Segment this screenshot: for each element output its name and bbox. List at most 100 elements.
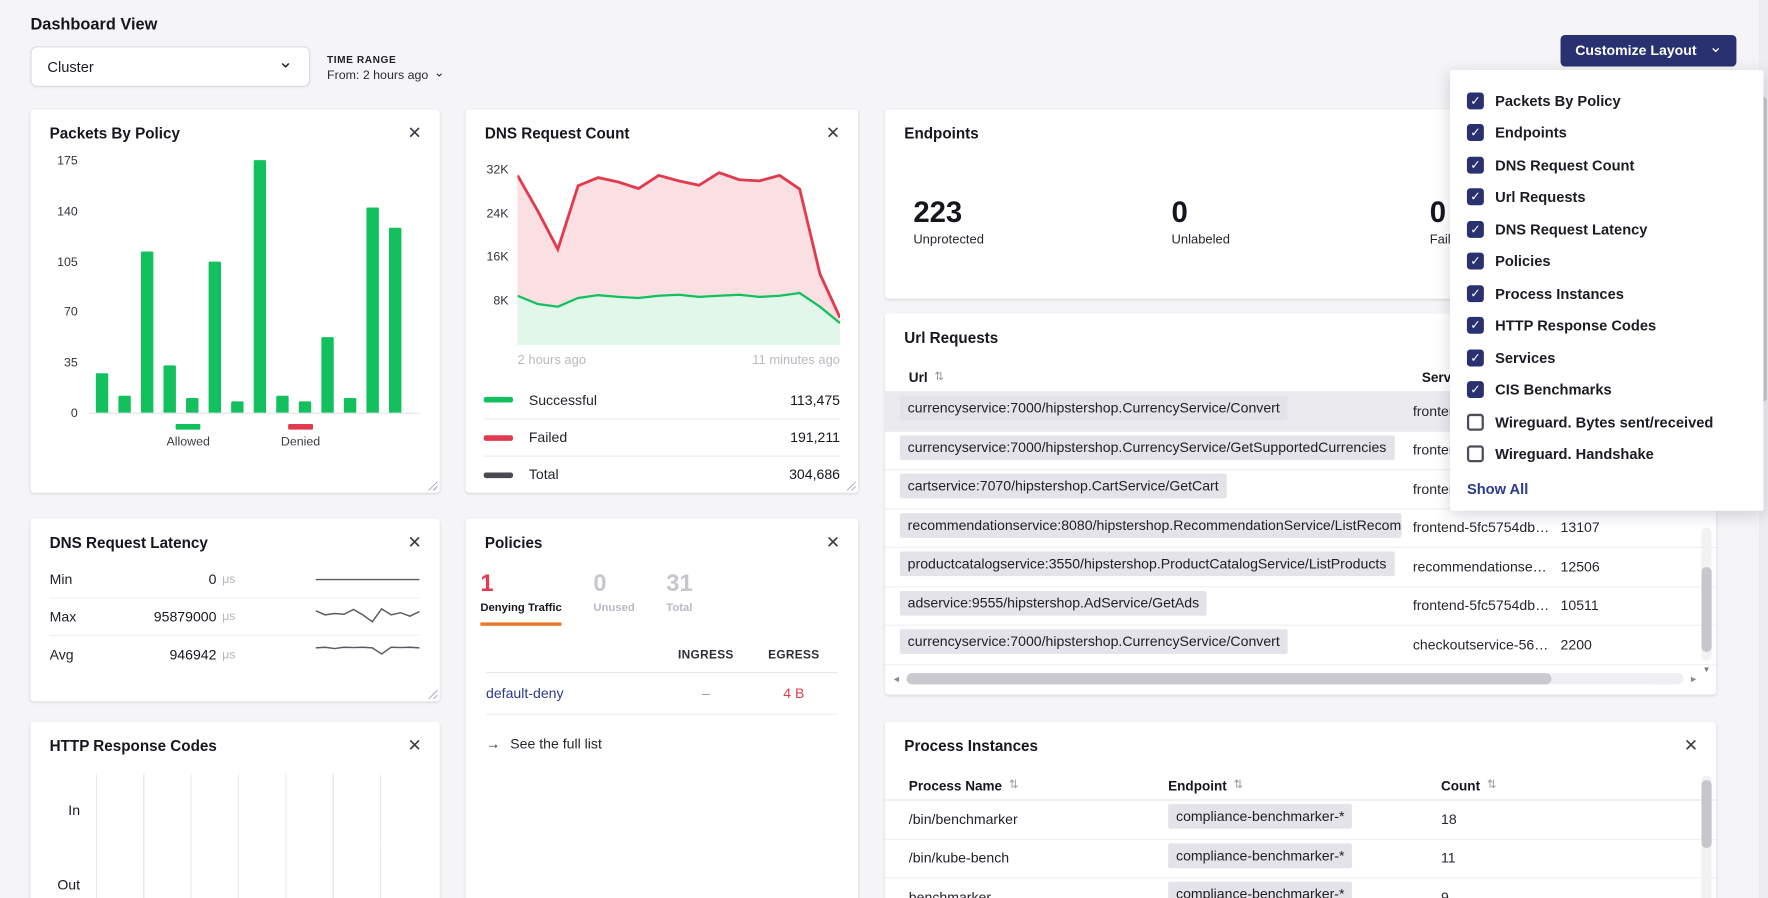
sort-icon[interactable]: ⇅ <box>1234 779 1243 791</box>
column-header-process-name[interactable]: Process Name ⇅ <box>909 777 1168 793</box>
latency-value: 95879000 <box>108 609 216 625</box>
table-row[interactable]: currencyservice:7000/hipstershop.Currenc… <box>885 626 1716 665</box>
endpoint-cell: compliance-benchmarker-* <box>1168 804 1441 834</box>
checkbox-icon[interactable]: ✓ <box>1467 317 1484 334</box>
ingress-value: – <box>662 686 750 702</box>
scrollbar-thumb[interactable] <box>906 673 1551 684</box>
y-axis-tick-label: 24K <box>486 207 508 221</box>
column-header-endpoint[interactable]: Endpoint ⇅ <box>1168 777 1441 793</box>
service-cell: frontend-5fc5754db… <box>1413 520 1561 536</box>
http-lane-chart: InOut <box>42 773 424 898</box>
table-row[interactable]: /bin/benchmarkercompliance-benchmarker-*… <box>885 801 1716 840</box>
sort-icon[interactable]: ⇅ <box>1009 779 1018 791</box>
checkbox-icon[interactable]: ✓ <box>1467 253 1484 270</box>
table-row[interactable]: /bin/kube-benchcompliance-benchmarker-*1… <box>885 839 1716 878</box>
policy-stat[interactable]: 1Denying Traffic <box>480 571 561 626</box>
resize-handle[interactable] <box>845 479 856 490</box>
column-header-ingress[interactable]: INGRESS <box>662 648 750 662</box>
close-icon[interactable]: ✕ <box>826 534 840 551</box>
customize-menu-item[interactable]: ✓Services <box>1467 342 1746 374</box>
scrollbar-thumb[interactable] <box>1701 780 1711 848</box>
close-icon[interactable]: ✕ <box>408 534 422 551</box>
policy-stat[interactable]: 31Total <box>666 571 692 626</box>
latency-row: Min0μs <box>50 562 420 599</box>
card-dns-request-count: DNS Request Count ✕ 32K24K16K8K 2 hours … <box>466 109 858 492</box>
close-icon[interactable]: ✕ <box>1684 737 1698 754</box>
scroll-right-icon[interactable]: ► <box>1689 674 1698 684</box>
customize-menu-item[interactable]: ✓HTTP Response Codes <box>1467 310 1746 342</box>
column-header-count[interactable]: Count ⇅ <box>1441 777 1496 793</box>
table-row[interactable]: productcatalogservice:3550/hipstershop.P… <box>885 548 1716 587</box>
customize-layout-button[interactable]: Customize Layout ⌄ <box>1561 35 1737 67</box>
close-icon[interactable]: ✕ <box>826 125 840 142</box>
card-title: DNS Request Count <box>485 125 630 142</box>
see-full-list-link[interactable]: → See the full list <box>486 736 838 752</box>
url-chip: currencyservice:7000/hipstershop.Currenc… <box>900 396 1288 421</box>
customize-menu-item[interactable]: ✓Policies <box>1467 245 1746 277</box>
endpoint-cell: compliance-benchmarker-* <box>1168 843 1441 873</box>
sort-icon[interactable]: ⇅ <box>934 371 943 383</box>
close-icon[interactable]: ✕ <box>408 737 422 754</box>
customize-menu-item[interactable]: ✓ Endpoints <box>1467 117 1746 149</box>
customize-menu-item[interactable]: Wireguard. Bytes sent/received <box>1467 406 1746 438</box>
customize-menu-item[interactable]: ✓Url Requests <box>1467 181 1746 213</box>
checkbox-icon[interactable]: ✓ <box>1467 124 1484 141</box>
show-all-link[interactable]: Show All <box>1467 480 1746 497</box>
view-selector[interactable]: Cluster ⌄ <box>30 46 310 87</box>
bar <box>96 373 108 412</box>
y-axis-tick-label: 0 <box>71 407 78 421</box>
vertical-scrollbar[interactable] <box>1701 776 1711 898</box>
url-chip: adservice:9555/hipstershop.AdService/Get… <box>900 591 1207 616</box>
resize-handle[interactable] <box>426 479 437 490</box>
checkbox-icon[interactable]: ✓ <box>1467 221 1484 238</box>
table-row[interactable]: adservice:9555/hipstershop.AdService/Get… <box>885 587 1716 626</box>
customize-menu-item[interactable]: Wireguard. Handshake <box>1467 438 1746 470</box>
checkbox-icon[interactable]: ✓ <box>1467 285 1484 302</box>
area-chart-svg <box>518 159 840 345</box>
policy-stat[interactable]: 0Unused <box>593 571 634 626</box>
bar <box>141 251 153 412</box>
column-header-label: Url <box>909 369 928 385</box>
bar <box>321 337 333 413</box>
legend-swatch <box>288 424 313 430</box>
sort-icon[interactable]: ⇅ <box>1487 779 1496 791</box>
customize-menu-item[interactable]: ✓DNS Request Count <box>1467 149 1746 181</box>
customize-menu-item[interactable]: ✓CIS Benchmarks <box>1467 374 1746 406</box>
close-icon[interactable]: ✕ <box>408 125 422 142</box>
column-header-egress[interactable]: EGRESS <box>750 648 838 662</box>
endpoint-chip: compliance-benchmarker-* <box>1168 804 1352 829</box>
table-row[interactable]: benchmarkercompliance-benchmarker-*9 <box>885 878 1716 898</box>
customize-menu-item[interactable]: ✓DNS Request Latency <box>1467 213 1746 245</box>
checkbox-icon[interactable]: ✓ <box>1467 156 1484 173</box>
checkbox-icon[interactable] <box>1467 414 1484 431</box>
checkbox-icon[interactable]: ✓ <box>1467 381 1484 398</box>
sparkline <box>316 604 420 629</box>
page-title: Dashboard View <box>30 16 157 34</box>
scroll-down-icon[interactable]: ▼ <box>1703 666 1711 674</box>
checkbox-icon[interactable]: ✓ <box>1467 92 1484 109</box>
y-axis-tick-label: 175 <box>57 154 78 168</box>
url-cell: cartservice:7070/hipstershop.CartService… <box>900 474 1413 504</box>
lane-grid <box>96 848 424 898</box>
time-range-value[interactable]: From: 2 hours ago ⌄ <box>327 69 444 83</box>
horizontal-scrollbar[interactable]: ◄ ► <box>892 672 1698 686</box>
stat-value: 1 <box>480 571 561 598</box>
chevron-down-icon: ⌄ <box>434 65 444 80</box>
policy-name-link[interactable]: default-deny <box>486 686 662 702</box>
scrollbar-thumb[interactable] <box>1701 568 1711 653</box>
column-header-url[interactable]: Url ⇅ <box>909 369 1422 385</box>
column-header-label: Endpoint <box>1168 777 1227 793</box>
customize-menu-item[interactable]: ✓Packets By Policy <box>1467 85 1746 117</box>
table-row[interactable]: recommendationservice:8080/hipstershop.R… <box>885 509 1716 548</box>
checkbox-icon[interactable] <box>1467 446 1484 463</box>
checkbox-icon[interactable]: ✓ <box>1467 189 1484 206</box>
resize-handle[interactable] <box>426 688 437 699</box>
customize-layout-menu: ✓Packets By Policy✓Endpoints✓DNS Request… <box>1450 70 1763 511</box>
vertical-scrollbar[interactable]: ▼ <box>1701 528 1711 661</box>
customize-menu-item-label: Endpoints <box>1495 124 1567 141</box>
customize-menu-item[interactable]: ✓Process Instances <box>1467 277 1746 309</box>
scrollbar-track[interactable] <box>906 673 1683 684</box>
scroll-left-icon[interactable]: ◄ <box>892 674 901 684</box>
latency-label: Min <box>50 572 109 588</box>
checkbox-icon[interactable]: ✓ <box>1467 349 1484 366</box>
